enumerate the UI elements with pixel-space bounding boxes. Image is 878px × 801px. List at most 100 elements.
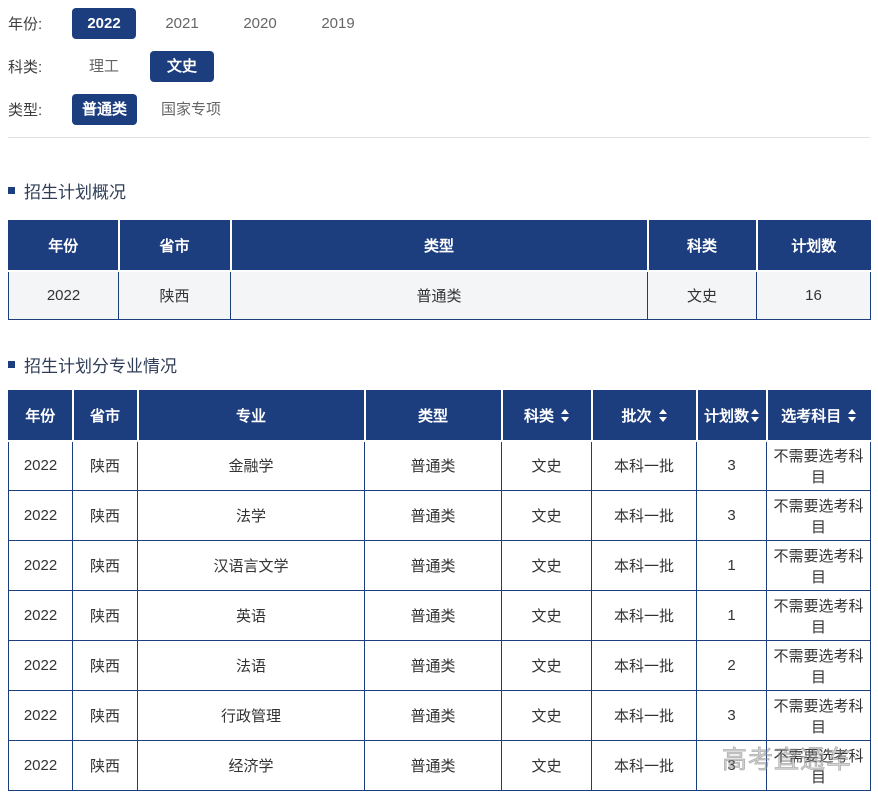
- col-header-label: 批次: [621, 407, 652, 425]
- col-header-province: 省市: [118, 220, 232, 272]
- col-header-label: 科类: [523, 407, 554, 425]
- cell: 本科一批: [591, 490, 697, 541]
- cell: 普通类: [364, 590, 502, 641]
- cell: 本科一批: [591, 440, 697, 491]
- cell: 3: [696, 490, 767, 541]
- subject-filter-row: 科类: 理工 文史: [8, 51, 870, 82]
- majors-table: 年份 省市 专业 类型 科类 批次 计划数 选考科目 2022 陕西 金融学 普…: [8, 390, 871, 791]
- cell: 普通类: [364, 490, 502, 541]
- cell: 文史: [501, 690, 592, 741]
- col-header-elective-subjects[interactable]: 选考科目: [766, 390, 871, 442]
- cell: 本科一批: [591, 640, 697, 691]
- cell: 文史: [501, 640, 592, 691]
- cell: 2022: [8, 640, 73, 691]
- cell: 普通类: [364, 440, 502, 491]
- cell: 普通类: [364, 690, 502, 741]
- cell: 陕西: [72, 490, 138, 541]
- col-header-subject[interactable]: 科类: [501, 390, 593, 442]
- cell: 本科一批: [591, 740, 697, 791]
- subject-option-liberal-arts[interactable]: 文史: [150, 51, 214, 82]
- cell: 3: [696, 440, 767, 491]
- col-header-major: 专业: [137, 390, 366, 442]
- table-row: 2022 陕西 行政管理 普通类 文史 本科一批 3 不需要选考科目: [8, 690, 871, 741]
- cell: 本科一批: [591, 590, 697, 641]
- admission-plan-page: 年份: 2022 2021 2020 2019 科类: 理工 文史 类型: 普通…: [0, 0, 878, 799]
- cell: 英语: [137, 590, 365, 641]
- year-option-2021[interactable]: 2021: [150, 8, 214, 39]
- col-header-label: 计划数: [703, 407, 749, 425]
- cell: 2022: [8, 690, 73, 741]
- cell: 文史: [501, 490, 592, 541]
- cell: 本科一批: [591, 540, 697, 591]
- table-row: 2022 陕西 金融学 普通类 文史 本科一批 3 不需要选考科目: [8, 440, 871, 491]
- cell: 陕西: [72, 590, 138, 641]
- type-option-regular[interactable]: 普通类: [72, 94, 138, 125]
- cell: 不需要选考科目: [766, 740, 871, 791]
- cell: 不需要选考科目: [766, 590, 871, 641]
- header-row: 年份 省市 专业 类型 科类 批次 计划数 选考科目: [8, 390, 871, 442]
- cell: 1: [696, 590, 767, 641]
- cell: 2022: [8, 490, 73, 541]
- cell: 不需要选考科目: [766, 640, 871, 691]
- subject-option-science[interactable]: 理工: [72, 51, 136, 82]
- type-option-national-special[interactable]: 国家专项: [151, 94, 231, 125]
- filter-panel: 年份: 2022 2021 2020 2019 科类: 理工 文史 类型: 普通…: [8, 8, 870, 125]
- cell: 文史: [501, 540, 592, 591]
- cell: 普通类: [364, 640, 502, 691]
- subject-filter-options: 理工 文史: [72, 51, 228, 82]
- type-filter-options: 普通类 国家专项: [72, 94, 245, 125]
- cell: 行政管理: [137, 690, 365, 741]
- cell: 法学: [137, 490, 365, 541]
- cell: 普通类: [364, 740, 502, 791]
- col-header-year: 年份: [8, 390, 74, 442]
- cell: 3: [696, 740, 767, 791]
- cell: 文史: [501, 590, 592, 641]
- cell: 文史: [501, 740, 592, 791]
- col-header-type: 类型: [364, 390, 503, 442]
- table-row: 2022 陕西 经济学 普通类 文史 本科一批 3 不需要选考科目: [8, 740, 871, 791]
- col-header-batch[interactable]: 批次: [591, 390, 698, 442]
- type-filter-label: 类型:: [8, 102, 43, 119]
- cell: 不需要选考科目: [766, 440, 871, 491]
- cell: 普通类: [364, 540, 502, 591]
- cell: 汉语言文学: [137, 540, 365, 591]
- cell: 2022: [8, 440, 73, 491]
- year-option-2019[interactable]: 2019: [306, 8, 370, 39]
- table-row: 2022 陕西 汉语言文学 普通类 文史 本科一批 1 不需要选考科目: [8, 540, 871, 591]
- sort-icon[interactable]: [659, 409, 667, 422]
- cell: 16: [756, 270, 871, 320]
- cell: 2022: [8, 590, 73, 641]
- cell: 本科一批: [591, 690, 697, 741]
- col-header-year: 年份: [8, 220, 120, 272]
- cell: 陕西: [72, 640, 138, 691]
- cell: 陕西: [72, 440, 138, 491]
- cell: 陕西: [72, 540, 138, 591]
- section-title-text: 招生计划概况: [24, 183, 126, 202]
- col-header-plan-count[interactable]: 计划数: [696, 390, 768, 442]
- col-header-label: 选考科目: [781, 407, 842, 425]
- year-option-2022[interactable]: 2022: [72, 8, 136, 39]
- year-filter-row: 年份: 2022 2021 2020 2019: [8, 8, 870, 39]
- header-row: 年份 省市 类型 科类 计划数: [8, 220, 871, 272]
- divider: [8, 137, 870, 138]
- table-row: 2022 陕西 普通类 文史 16: [8, 270, 871, 320]
- year-option-2020[interactable]: 2020: [228, 8, 292, 39]
- cell: 陕西: [72, 690, 138, 741]
- col-header-subject: 科类: [647, 220, 758, 272]
- sort-icon[interactable]: [751, 409, 759, 422]
- col-header-type: 类型: [230, 220, 649, 272]
- type-filter-row: 类型: 普通类 国家专项: [8, 94, 870, 125]
- subject-filter-label: 科类:: [8, 59, 43, 76]
- cell: 陕西: [72, 740, 138, 791]
- sort-icon[interactable]: [561, 409, 569, 422]
- cell: 陕西: [118, 270, 231, 320]
- cell: 3: [696, 690, 767, 741]
- sort-icon[interactable]: [848, 409, 856, 422]
- cell: 不需要选考科目: [766, 490, 871, 541]
- cell: 文史: [647, 270, 757, 320]
- cell: 金融学: [137, 440, 365, 491]
- cell: 法语: [137, 640, 365, 691]
- table-row: 2022 陕西 英语 普通类 文史 本科一批 1 不需要选考科目: [8, 590, 871, 641]
- year-filter-label: 年份:: [8, 16, 43, 33]
- majors-section-title: 招生计划分专业情况: [8, 352, 870, 377]
